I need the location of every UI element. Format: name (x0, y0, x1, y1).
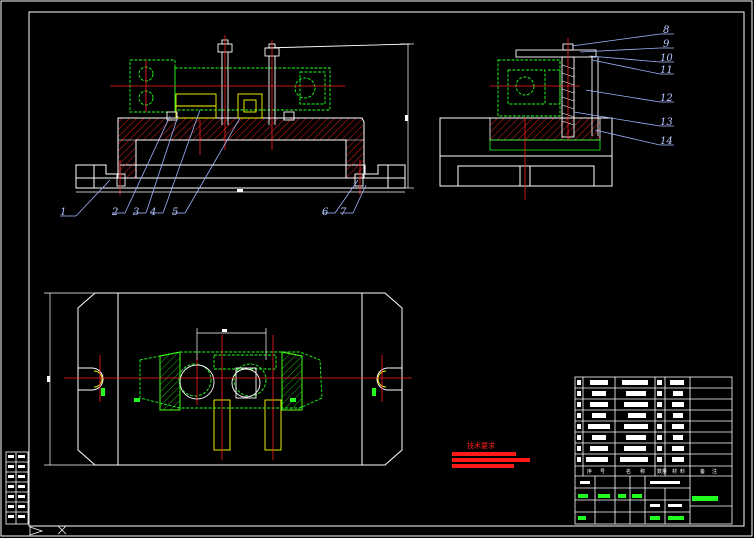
balloon-2: 2 (111, 207, 118, 218)
note-line-2 (452, 458, 530, 462)
header-num: 号 (600, 469, 605, 475)
balloon-9: 9 (663, 39, 670, 50)
header-name-2: 称 (640, 468, 645, 475)
balloon-12: 12 (660, 93, 673, 104)
margin-stamp-marks (8, 455, 25, 518)
top-view (44, 292, 412, 466)
header-note-2: 注 (712, 468, 717, 475)
cad-drawing-canvas[interactable]: 1 2 3 4 5 6 7 8 9 10 11 12 13 14 技术要求 序 … (0, 0, 754, 538)
balloon-14: 14 (660, 136, 673, 147)
side-view (439, 38, 613, 200)
balloon-7: 7 (340, 207, 347, 218)
balloon-1: 1 (60, 207, 66, 218)
header-mat-2: 料 (680, 468, 685, 475)
title-block: 序 号 名 称 数 量 材 料 备 注 (574, 376, 733, 525)
drawing-frame (0, 0, 753, 537)
header-name-1: 名 (626, 468, 631, 475)
header-note-1: 备 (700, 468, 705, 475)
header-seq: 序 (587, 468, 592, 475)
technical-notes-title: 技术要求 (467, 441, 495, 450)
front-view (75, 35, 414, 195)
note-line-3 (452, 464, 514, 468)
balloon-4: 4 (149, 207, 156, 218)
header-qty-2: 量 (662, 468, 667, 475)
balloon-6: 6 (322, 207, 329, 218)
balloon-5: 5 (172, 207, 178, 218)
balloon-8: 8 (663, 25, 669, 36)
balloon-10: 10 (660, 53, 673, 64)
technical-notes: 技术要求 (452, 441, 530, 468)
balloon-3: 3 (133, 207, 139, 218)
balloon-11: 11 (660, 65, 673, 76)
header-mat-1: 材 (672, 468, 677, 475)
note-line-1 (452, 452, 516, 456)
ucs-axis-icon (29, 525, 67, 536)
balloon-13: 13 (660, 117, 673, 128)
